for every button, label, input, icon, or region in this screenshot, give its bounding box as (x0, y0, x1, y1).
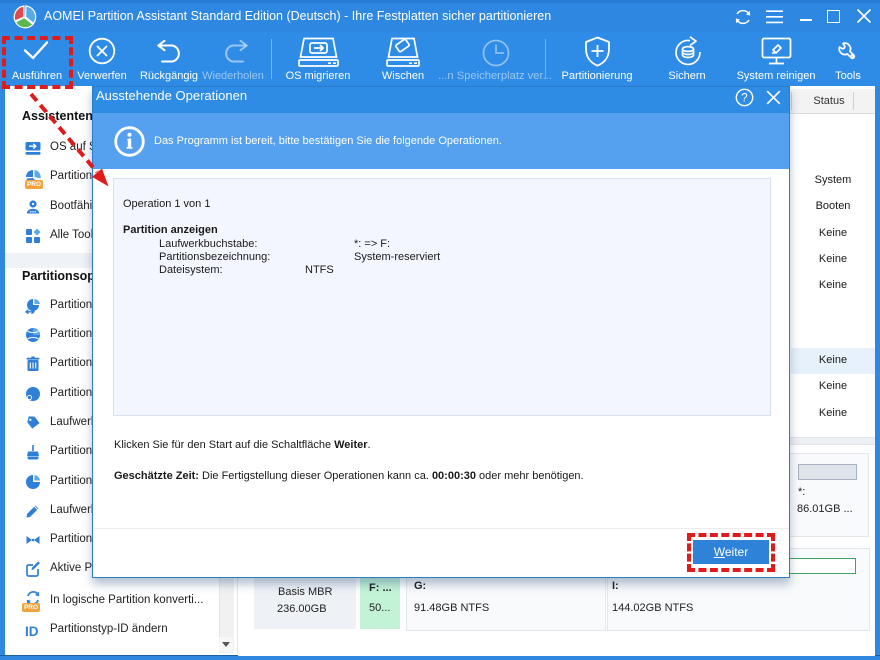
svg-text:?: ? (741, 93, 747, 105)
svg-text:ID: ID (25, 624, 39, 639)
